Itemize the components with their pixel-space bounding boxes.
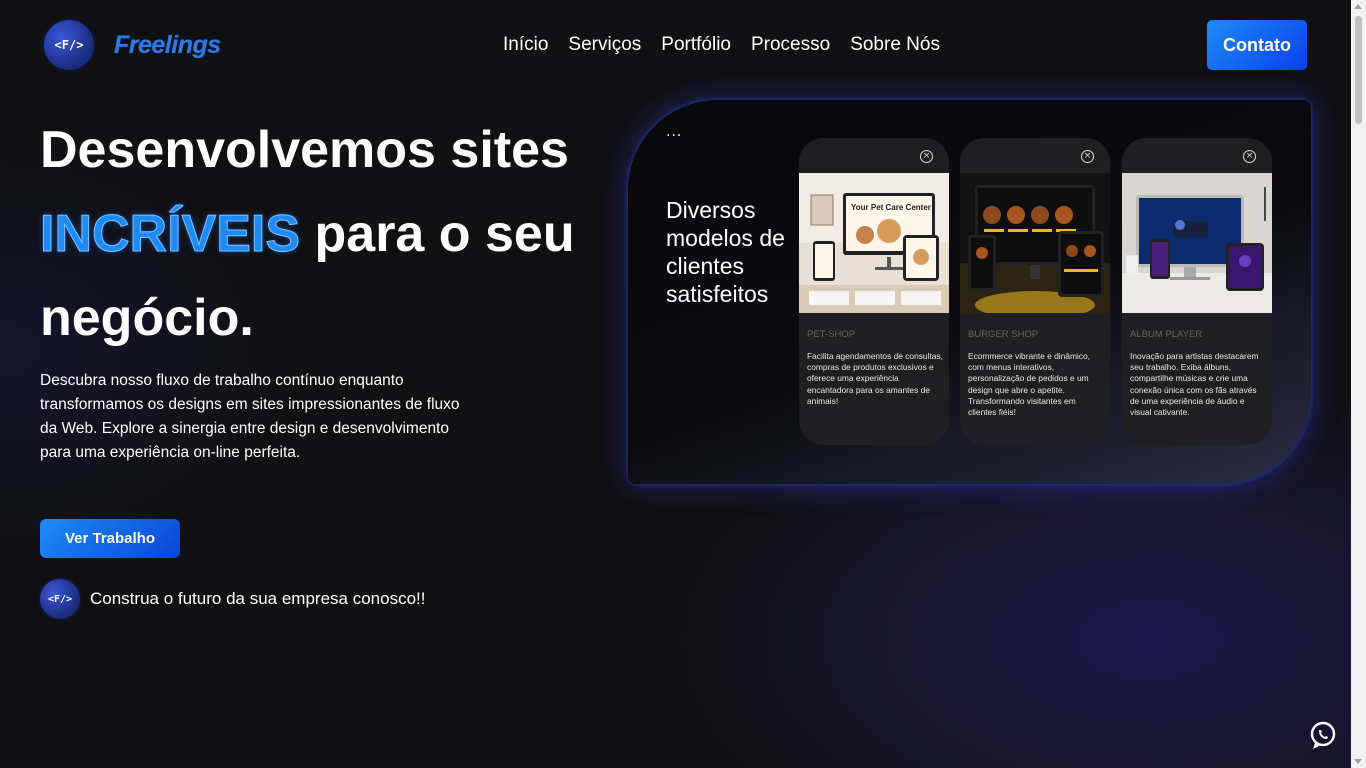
- cta-text: Construa o futuro da sua empresa conosco…: [90, 589, 426, 608]
- brand-badge-icon: <F/>: [44, 20, 94, 70]
- brand-badge-icon: <F/>: [40, 579, 80, 619]
- card-description: Facilita agendamentos de consultas, comp…: [807, 351, 943, 406]
- nav-item-servicos[interactable]: Serviços: [568, 34, 641, 56]
- nav-item-portfolio[interactable]: Portfólio: [661, 34, 731, 56]
- headline-line-2: para o seu: [314, 205, 575, 263]
- card-category: ALBUM PLAYER: [1130, 329, 1203, 340]
- showcase-heading: Diversos modelos de clientes satisfeitos: [666, 197, 785, 307]
- petshop-preview-image: Your Pet Care Center: [799, 173, 949, 313]
- headline-line-3: negócio.: [40, 289, 254, 347]
- card-description: Inovação para artistas destacarem seu tr…: [1130, 351, 1259, 418]
- portfolio-card-petshop[interactable]: × Your Pet Care Center PET-SHOP Facilita…: [799, 138, 949, 445]
- albumplayer-preview-image: [1122, 173, 1272, 313]
- portfolio-card-albumplayer[interactable]: × ALBUM PLAYER Inovação para artistas de…: [1122, 138, 1272, 445]
- dots-indicator: ...: [666, 124, 683, 140]
- view-work-button[interactable]: Ver Trabalho: [40, 519, 180, 558]
- headline-accent: INCRÍVEIS: [39, 205, 301, 264]
- petshop-screen-title: Your Pet Care Center: [851, 203, 931, 212]
- page-scrollbar[interactable]: [1351, 0, 1366, 768]
- brand-logo[interactable]: <F/> Freelings: [44, 20, 221, 70]
- headline-line-1: Desenvolvemos sites: [40, 121, 569, 179]
- close-icon[interactable]: ×: [1243, 150, 1256, 163]
- showcase-panel: ... Diversos modelos de clientes satisfe…: [628, 100, 1311, 484]
- burgershop-preview-image: [960, 173, 1110, 313]
- contact-button[interactable]: Contato: [1207, 20, 1307, 70]
- scroll-up-icon[interactable]: [1354, 4, 1362, 9]
- scrollbar-thumb[interactable]: [1355, 16, 1362, 124]
- cta-line: <F/> Construa o futuro da sua empresa co…: [40, 579, 425, 619]
- nav-item-sobre-nos[interactable]: Sobre Nós: [850, 34, 940, 56]
- close-icon[interactable]: ×: [920, 150, 933, 163]
- nav-item-processo[interactable]: Processo: [751, 34, 830, 56]
- close-icon[interactable]: ×: [1081, 150, 1094, 163]
- card-category: PET-SHOP: [807, 329, 856, 340]
- scroll-down-icon[interactable]: [1354, 759, 1362, 764]
- brand-name: Freelings: [114, 30, 221, 59]
- portfolio-card-burgershop[interactable]: × BURGER SHOP Ecommerce vibrante e dinâm…: [960, 138, 1110, 445]
- nav-item-inicio[interactable]: Início: [503, 34, 548, 56]
- whatsapp-icon[interactable]: [1306, 718, 1340, 752]
- main-nav: Início Serviços Portfólio Processo Sobre…: [503, 34, 940, 56]
- card-description: Ecommerce vibrante e dinâmico, com menus…: [968, 351, 1090, 418]
- hero-lead: Descubra nosso fluxo de trabalho contínu…: [40, 372, 460, 461]
- card-category: BURGER SHOP: [968, 329, 1039, 340]
- hero-headline: Desenvolvemos sites INCRÍVEIS para o seu…: [39, 108, 640, 360]
